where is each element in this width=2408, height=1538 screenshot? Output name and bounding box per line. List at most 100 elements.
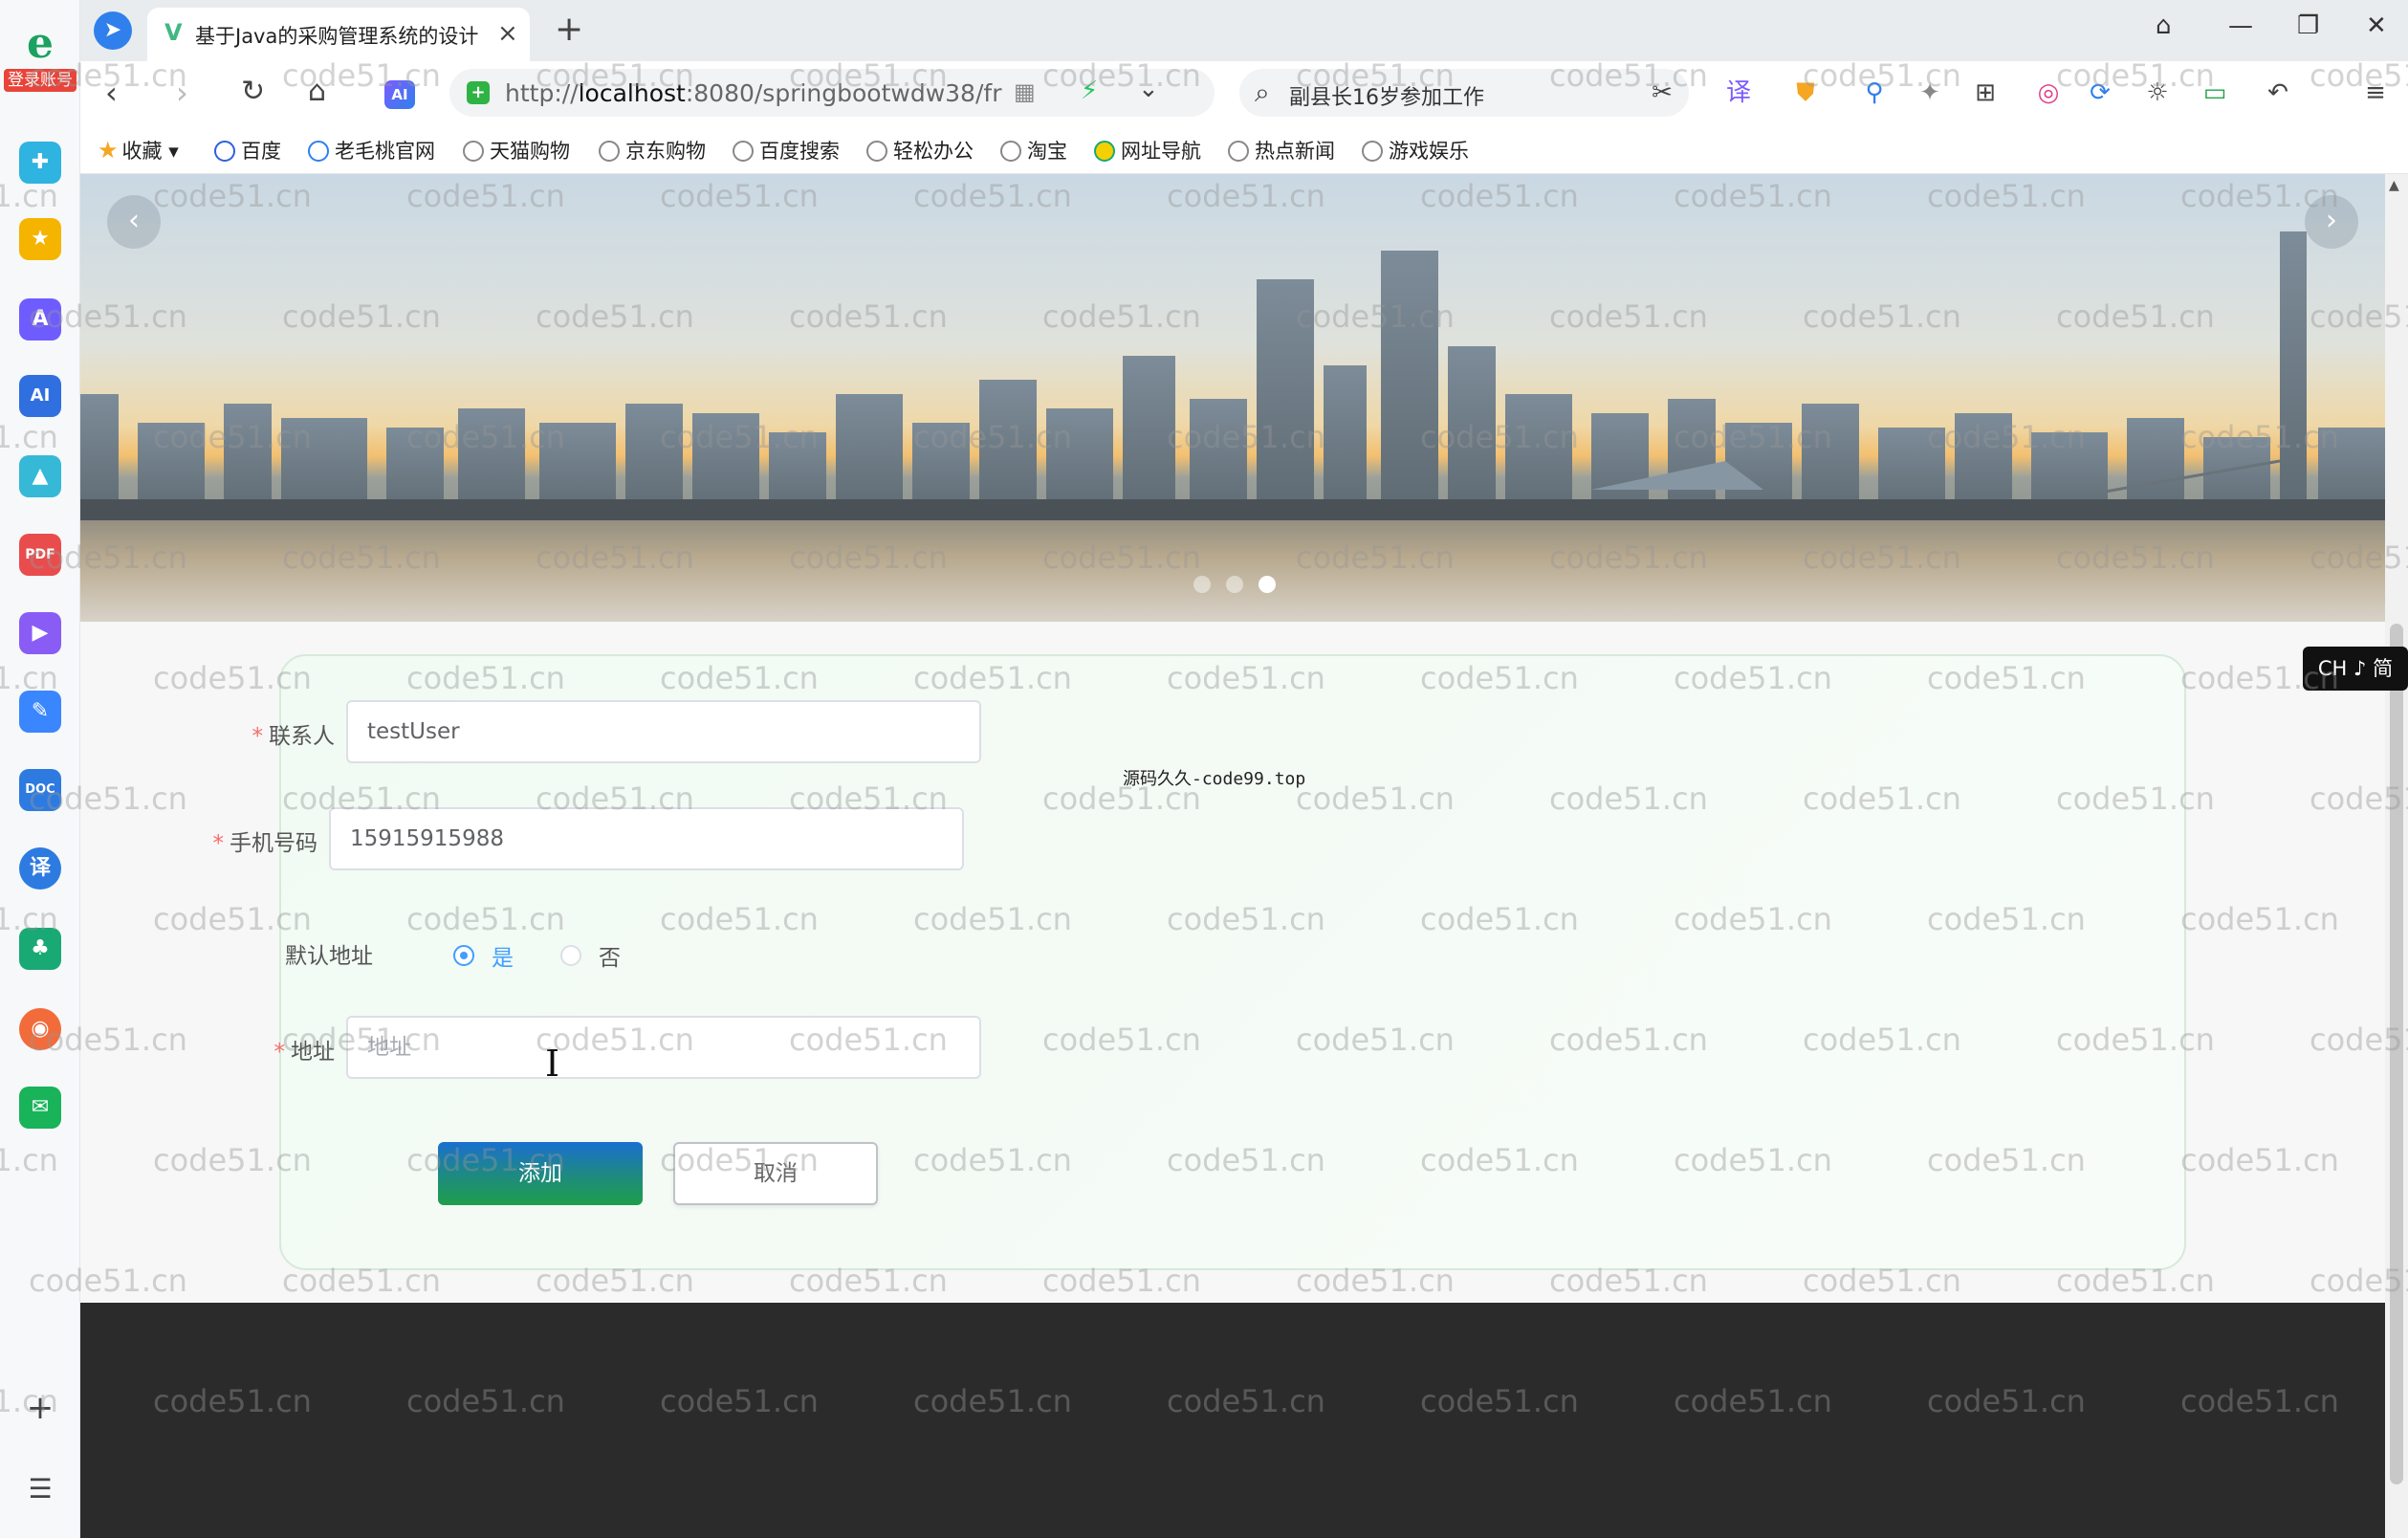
translate-ext-icon[interactable]: 译 bbox=[1721, 77, 1756, 109]
shield-ext-icon[interactable]: ⛊ bbox=[1788, 77, 1823, 109]
game-icon[interactable]: ♣ bbox=[19, 928, 61, 970]
page-scrollbar[interactable]: ▲ bbox=[2385, 174, 2408, 1538]
bookmark-laomaotao[interactable]: 老毛桃官网 bbox=[308, 136, 435, 165]
translate-icon[interactable]: 译 bbox=[19, 847, 61, 890]
baidu-paw-icon bbox=[214, 141, 235, 162]
puzzle-extension-icon[interactable]: ✦ bbox=[1913, 77, 1947, 109]
default-yes-label[interactable]: 是 bbox=[492, 939, 514, 972]
find-magnifier-icon[interactable]: ⚲ bbox=[1857, 77, 1892, 109]
phone-label: * 手机号码 bbox=[212, 831, 318, 856]
ai-badge-icon[interactable]: AI bbox=[384, 80, 415, 109]
tab-close-icon[interactable]: × bbox=[497, 19, 518, 48]
app-plus-icon[interactable]: ✚ bbox=[19, 142, 61, 184]
scrollbar-thumb[interactable] bbox=[2390, 624, 2403, 1484]
carousel-dot[interactable] bbox=[1193, 576, 1211, 593]
bookmark-navigation[interactable]: 网址导航 bbox=[1094, 136, 1201, 165]
bookmark-baidu-search[interactable]: 百度搜索 bbox=[733, 136, 840, 165]
favorites-star-icon[interactable]: ★ bbox=[19, 218, 61, 260]
back-icon[interactable]: ‹ bbox=[105, 75, 118, 111]
video-play-icon[interactable]: ▶ bbox=[19, 612, 61, 654]
tab-strip: ➤ V 基于Java的采购管理系统的设计 × + ⌂ — ❐ ✕ bbox=[80, 0, 2408, 61]
chevron-down-icon[interactable]: ⌄ bbox=[1138, 75, 1159, 103]
color-ring-icon[interactable]: ◎ bbox=[2031, 77, 2066, 109]
bookmark-favorites[interactable]: ★ 收藏 ▾ bbox=[98, 136, 179, 165]
notes-edit-icon[interactable]: ✎ bbox=[19, 691, 61, 733]
search-suggestion[interactable]: 副县长16岁参加工作 bbox=[1289, 80, 1484, 111]
globe-icon bbox=[866, 141, 887, 162]
bookmark-jd[interactable]: 京东购物 bbox=[599, 136, 706, 165]
secure-shield-icon[interactable]: + bbox=[467, 81, 490, 104]
qr-code-icon[interactable]: ▦ bbox=[1014, 78, 1036, 105]
login-badge[interactable]: 登录账号 bbox=[4, 69, 77, 92]
ai-assistant-icon[interactable]: A bbox=[19, 298, 61, 341]
globe-icon bbox=[733, 141, 754, 162]
shirt-skin-icon[interactable]: ⌂ bbox=[2156, 11, 2172, 40]
search-box[interactable]: ⌕ 副县长16岁参加工作 bbox=[1239, 69, 1689, 117]
globe-icon bbox=[463, 141, 484, 162]
browser-logo-icon: e bbox=[27, 19, 54, 68]
default-yes-radio[interactable] bbox=[453, 945, 474, 966]
weibo-icon[interactable]: ◉ bbox=[19, 1008, 61, 1050]
brightness-icon[interactable]: ☼ bbox=[2140, 77, 2175, 109]
bookmark-baidu[interactable]: 百度 bbox=[214, 136, 281, 165]
carousel-dot[interactable] bbox=[1226, 576, 1243, 593]
globe-icon bbox=[308, 141, 329, 162]
reload-icon[interactable]: ↻ bbox=[241, 75, 265, 108]
carousel-prev-button[interactable]: ‹ bbox=[107, 195, 161, 249]
scissors-icon[interactable]: ✂ bbox=[1645, 77, 1679, 109]
address-label: * 地址 bbox=[274, 1040, 336, 1065]
browser-logo[interactable]: e 登录账号 bbox=[4, 21, 77, 98]
new-tab-icon[interactable]: + bbox=[555, 10, 583, 49]
minimize-icon[interactable]: — bbox=[2228, 11, 2253, 40]
ai-writing-icon[interactable]: AI bbox=[19, 375, 61, 417]
url-text[interactable]: http://localhost:8080/springbootwdw38/fr… bbox=[505, 79, 1002, 108]
bookmark-taobao[interactable]: 淘宝 bbox=[1000, 136, 1067, 165]
maximize-icon[interactable]: ❐ bbox=[2297, 11, 2319, 40]
hero-carousel[interactable]: ‹ › bbox=[80, 174, 2385, 622]
vue-favicon-icon: V bbox=[164, 19, 183, 46]
contact-input[interactable]: testUser bbox=[346, 700, 981, 763]
ime-language-badge[interactable]: CH ♪ 简 bbox=[2303, 647, 2408, 691]
carousel-next-button[interactable]: › bbox=[2305, 195, 2358, 249]
sidebar-add-icon[interactable]: + bbox=[0, 1389, 80, 1427]
bookmarks-bar: ★ 收藏 ▾ 百度 老毛桃官网 天猫购物 京东购物 百度搜索 轻松办公 淘宝 网址… bbox=[80, 124, 2408, 174]
source-stamp-text: 源码久久-code99.top bbox=[1123, 769, 1306, 789]
add-button[interactable]: 添加 bbox=[438, 1142, 643, 1205]
undo-icon[interactable]: ↶ bbox=[2261, 77, 2295, 109]
home-icon[interactable]: ⌂ bbox=[308, 75, 326, 108]
lightning-icon[interactable]: ⚡ bbox=[1081, 77, 1098, 105]
main-menu-icon[interactable]: ≡ bbox=[2358, 77, 2393, 109]
default-address-label: 默认地址 bbox=[285, 944, 373, 969]
address-input[interactable]: 地址 bbox=[346, 1016, 981, 1079]
bookmark-office[interactable]: 轻松办公 bbox=[866, 136, 974, 165]
browser-toolbar: ‹ › ↻ ⌂ AI + http://localhost:8080/sprin… bbox=[80, 61, 2408, 124]
cancel-button[interactable]: 取消 bbox=[673, 1142, 878, 1205]
sidebar-menu-icon[interactable]: ☰ bbox=[0, 1473, 80, 1505]
image-icon[interactable]: ▲ bbox=[19, 455, 61, 497]
forward-icon[interactable]: › bbox=[176, 75, 188, 111]
page-footer bbox=[80, 1303, 2385, 1538]
scroll-up-icon[interactable]: ▲ bbox=[2389, 178, 2399, 193]
grid-apps-icon[interactable]: ⊞ bbox=[1968, 77, 2003, 109]
search-icon: ⌕ bbox=[1255, 77, 1270, 108]
sync-icon[interactable]: ⟳ bbox=[2083, 77, 2117, 109]
bookmark-tmall[interactable]: 天猫购物 bbox=[463, 136, 570, 165]
close-window-icon[interactable]: ✕ bbox=[2366, 11, 2387, 40]
default-no-label[interactable]: 否 bbox=[599, 939, 621, 972]
bookmark-hot-news[interactable]: 热点新闻 bbox=[1228, 136, 1335, 165]
contact-label: * 联系人 bbox=[252, 724, 336, 749]
city-skyline-image bbox=[80, 231, 2385, 622]
tab-active[interactable]: V 基于Java的采购管理系统的设计 × bbox=[147, 8, 530, 61]
bookmark-games[interactable]: 游戏娱乐 bbox=[1362, 136, 1469, 165]
browser-sidebar: e 登录账号 ✚ ★ A AI ▲ PDF ▶ ✎ DOC 译 ♣ ◉ ✉ + … bbox=[0, 0, 80, 1538]
navigation-plus-icon bbox=[1094, 141, 1115, 162]
carousel-dot-active[interactable] bbox=[1259, 576, 1276, 593]
doc-icon[interactable]: DOC bbox=[19, 769, 61, 811]
phone-input[interactable]: 15915915988 bbox=[329, 807, 964, 870]
battery-icon[interactable]: ▭ bbox=[2198, 77, 2232, 109]
mail-icon[interactable]: ✉ bbox=[19, 1087, 61, 1129]
navigation-compass-icon[interactable]: ➤ bbox=[94, 11, 132, 50]
address-bar[interactable]: + http://localhost:8080/springbootwdw38/… bbox=[449, 69, 1215, 117]
pdf-icon[interactable]: PDF bbox=[19, 534, 61, 576]
default-no-radio[interactable] bbox=[560, 945, 581, 966]
